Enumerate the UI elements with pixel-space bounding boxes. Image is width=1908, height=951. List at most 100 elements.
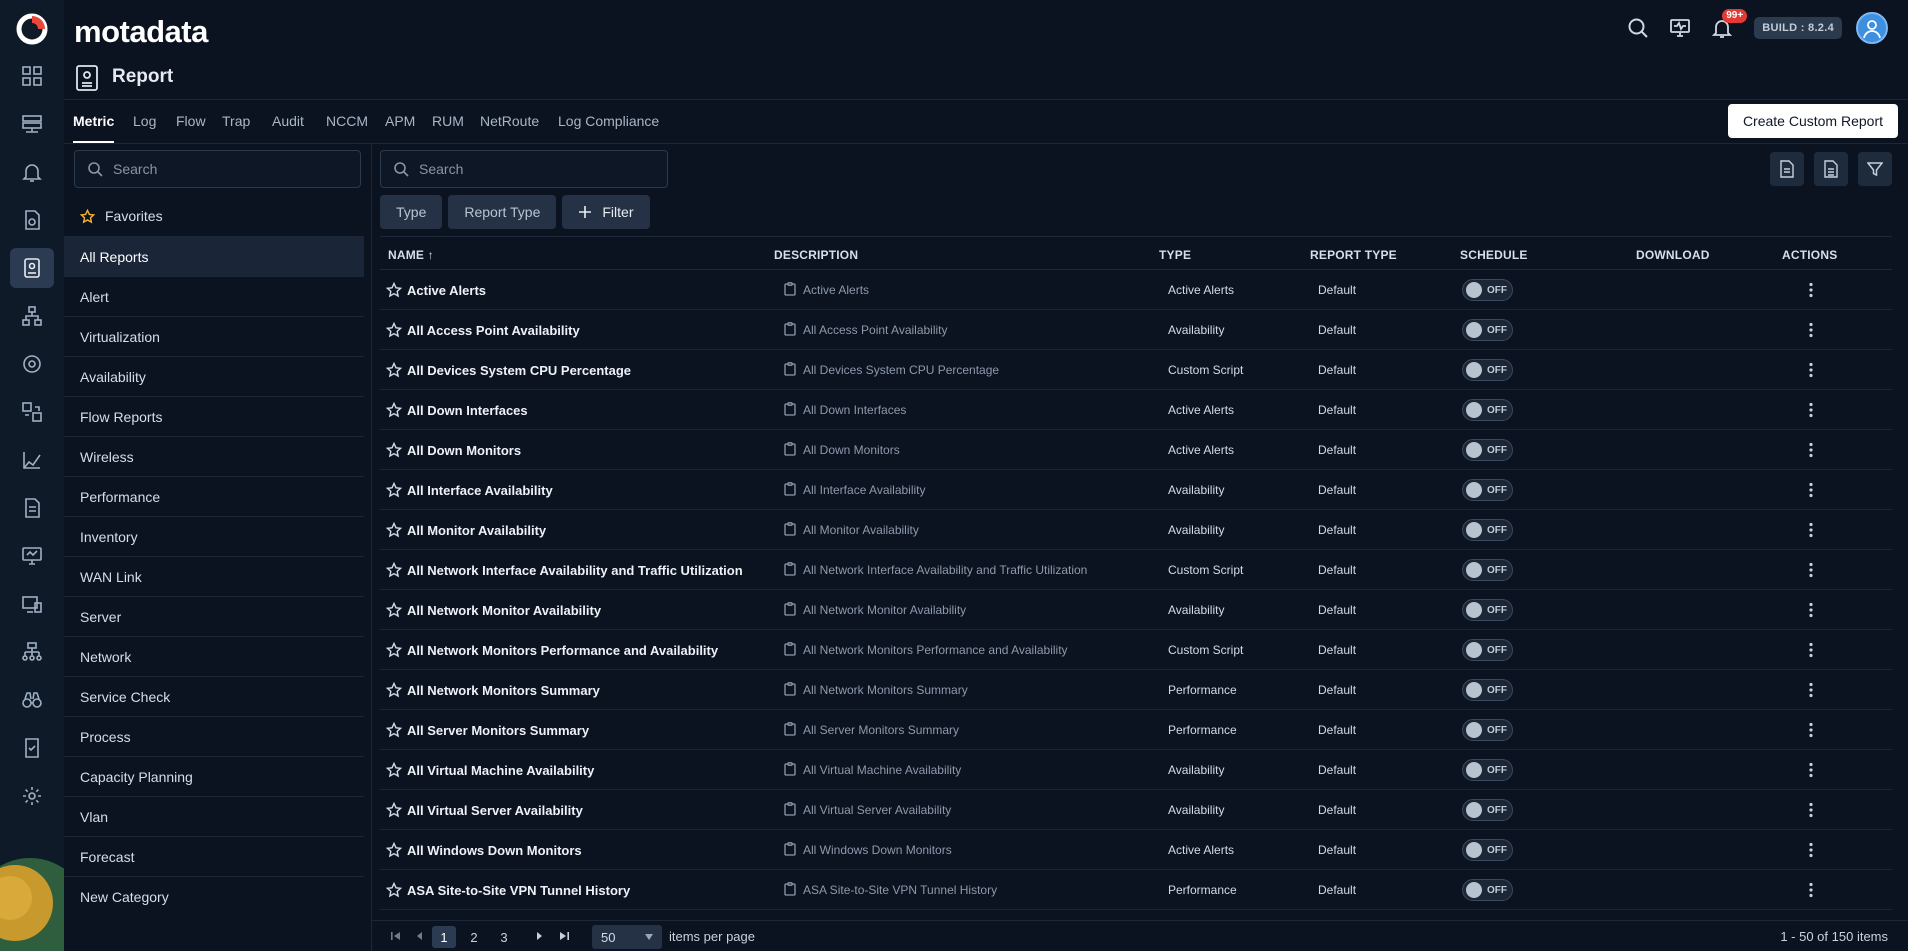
favorite-star-icon[interactable]: [386, 682, 402, 698]
category-item[interactable]: WAN Link: [64, 556, 364, 596]
schedule-toggle[interactable]: OFF: [1462, 799, 1513, 821]
favorite-star-icon[interactable]: [386, 442, 402, 458]
table-row[interactable]: Active Alerts Active Alerts Active Alerts D…: [380, 270, 1892, 310]
last-page-icon[interactable]: [558, 930, 570, 942]
export-pdf-icon[interactable]: [1770, 152, 1804, 186]
more-actions-icon[interactable]: [1801, 640, 1821, 660]
category-item[interactable]: Server: [64, 596, 364, 636]
schedule-toggle[interactable]: OFF: [1462, 479, 1513, 501]
network-icon[interactable]: [10, 632, 54, 672]
report-name[interactable]: All Virtual Server Availability: [407, 803, 583, 818]
category-item[interactable]: Availability: [64, 356, 364, 396]
favorite-star-icon[interactable]: [386, 602, 402, 618]
compliance-icon[interactable]: [10, 728, 54, 768]
schedule-toggle[interactable]: OFF: [1462, 359, 1513, 381]
settings-gear-icon[interactable]: [10, 776, 54, 816]
schedule-toggle[interactable]: OFF: [1462, 439, 1513, 461]
table-row[interactable]: All Down Monitors All Down Monitors Active…: [380, 430, 1892, 470]
policy-icon[interactable]: [10, 200, 54, 240]
tab-netroute[interactable]: NetRoute: [480, 113, 539, 129]
page-button[interactable]: 1: [432, 926, 456, 948]
favorite-star-icon[interactable]: [386, 722, 402, 738]
category-item[interactable]: Flow Reports: [64, 396, 364, 436]
health-monitor-icon[interactable]: [1666, 14, 1694, 42]
favorite-star-icon[interactable]: [386, 402, 402, 418]
report-name[interactable]: ASA Site-to-Site VPN Tunnel History: [407, 883, 630, 898]
favorite-star-icon[interactable]: [386, 882, 402, 898]
report-name[interactable]: All Network Monitor Availability: [407, 603, 601, 618]
report-name[interactable]: All Devices System CPU Percentage: [407, 363, 631, 378]
table-row[interactable]: All Monitor Availability All Monitor Avai…: [380, 510, 1892, 550]
category-item[interactable]: Alert: [64, 276, 364, 316]
category-item[interactable]: Network: [64, 636, 364, 676]
more-actions-icon[interactable]: [1801, 800, 1821, 820]
tab-rum[interactable]: RUM: [432, 113, 464, 129]
report-icon[interactable]: [10, 248, 54, 288]
schedule-toggle[interactable]: OFF: [1462, 599, 1513, 621]
favorite-star-icon[interactable]: [386, 562, 402, 578]
favorite-star-icon[interactable]: [386, 842, 402, 858]
table-row[interactable]: All Windows Down Monitors All Windows Dow…: [380, 830, 1892, 870]
bell-icon[interactable]: [10, 152, 54, 192]
report-name[interactable]: All Access Point Availability: [407, 323, 580, 338]
table-row[interactable]: ASA Site-to-Site VPN Tunnel History ASA S…: [380, 870, 1892, 910]
more-actions-icon[interactable]: [1801, 680, 1821, 700]
tab-nccm[interactable]: NCCM: [326, 113, 368, 129]
export-csv-icon[interactable]: [1814, 152, 1848, 186]
discovery-icon[interactable]: [10, 344, 54, 384]
favorite-star-icon[interactable]: [386, 762, 402, 778]
report-name[interactable]: All Server Monitors Summary: [407, 723, 589, 738]
search-icon[interactable]: [1624, 14, 1652, 42]
more-actions-icon[interactable]: [1801, 720, 1821, 740]
schedule-toggle[interactable]: OFF: [1462, 839, 1513, 861]
column-name-header[interactable]: NAME ↑: [388, 248, 434, 262]
more-actions-icon[interactable]: [1801, 600, 1821, 620]
table-row[interactable]: All Virtual Server Availability All Virtu…: [380, 790, 1892, 830]
tab-flow[interactable]: Flow: [176, 113, 206, 129]
favorite-star-icon[interactable]: [386, 642, 402, 658]
category-item[interactable]: Service Check: [64, 676, 364, 716]
table-row[interactable]: All Network Monitor Availability All Netw…: [380, 590, 1892, 630]
report-name[interactable]: Active Alerts: [407, 283, 486, 298]
flow-icon[interactable]: [10, 392, 54, 432]
category-item[interactable]: New Category: [64, 876, 364, 916]
tab-log[interactable]: Log: [133, 113, 156, 129]
notifications-bell-icon[interactable]: 99+: [1708, 9, 1748, 42]
next-page-icon[interactable]: [533, 930, 545, 942]
more-actions-icon[interactable]: [1801, 440, 1821, 460]
table-row[interactable]: All Network Monitors Summary All Network …: [380, 670, 1892, 710]
type-chip[interactable]: Type: [380, 195, 443, 229]
favorite-star-icon[interactable]: [386, 282, 402, 298]
more-actions-icon[interactable]: [1801, 360, 1821, 380]
table-row[interactable]: All Access Point Availability All Access …: [380, 310, 1892, 350]
table-row[interactable]: All Devices System CPU Percentage All Dev…: [380, 350, 1892, 390]
add-filter-button[interactable]: Filter: [562, 195, 650, 229]
table-row[interactable]: All Down Interfaces All Down Interfaces Ac…: [380, 390, 1892, 430]
more-actions-icon[interactable]: [1801, 880, 1821, 900]
schedule-toggle[interactable]: OFF: [1462, 399, 1513, 421]
category-item[interactable]: Performance: [64, 476, 364, 516]
more-actions-icon[interactable]: [1801, 840, 1821, 860]
more-actions-icon[interactable]: [1801, 280, 1821, 300]
dashboard-icon[interactable]: [10, 56, 54, 96]
page-button[interactable]: 3: [492, 926, 516, 948]
schedule-toggle[interactable]: OFF: [1462, 279, 1513, 301]
more-actions-icon[interactable]: [1801, 480, 1821, 500]
app-logo-icon[interactable]: [13, 10, 51, 48]
category-item[interactable]: Capacity Planning: [64, 756, 364, 796]
monitor-icon[interactable]: [10, 536, 54, 576]
report-name[interactable]: All Interface Availability: [407, 483, 553, 498]
tab-log-compliance[interactable]: Log Compliance: [558, 113, 659, 129]
report-name[interactable]: All Network Monitors Summary: [407, 683, 600, 698]
user-avatar[interactable]: [1856, 12, 1888, 44]
report-type-chip[interactable]: Report Type: [448, 195, 557, 229]
binoculars-icon[interactable]: [10, 680, 54, 720]
category-item[interactable]: Process: [64, 716, 364, 756]
schedule-toggle[interactable]: OFF: [1462, 559, 1513, 581]
schedule-toggle[interactable]: OFF: [1462, 639, 1513, 661]
more-actions-icon[interactable]: [1801, 320, 1821, 340]
tab-audit[interactable]: Audit: [272, 113, 304, 129]
tab-trap[interactable]: Trap: [222, 113, 250, 129]
table-row[interactable]: All Server Monitors Summary All Server Mo…: [380, 710, 1892, 750]
schedule-toggle[interactable]: OFF: [1462, 519, 1513, 541]
